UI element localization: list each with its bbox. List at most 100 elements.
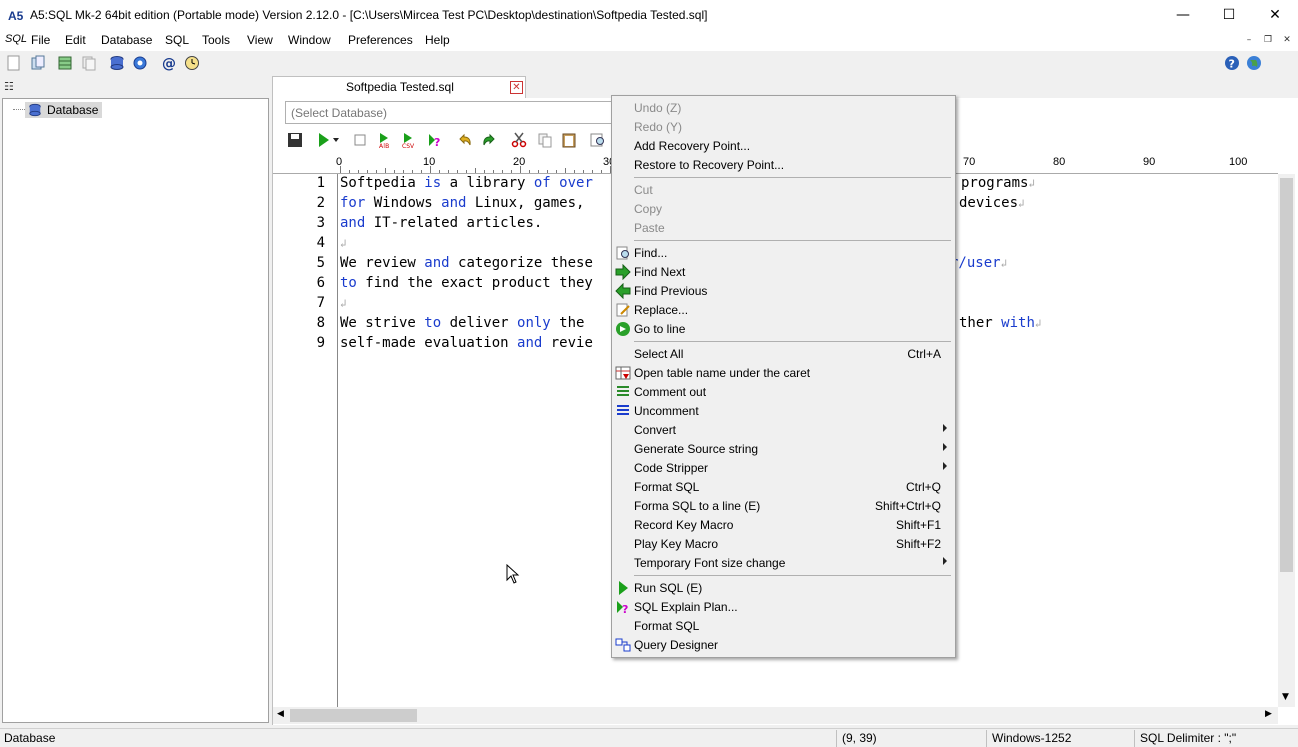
menu-view[interactable]: View [247, 33, 273, 47]
vertical-scrollbar[interactable]: ▼ [1278, 174, 1295, 707]
line-break-icon: ↲ [340, 237, 347, 250]
line-number-gutter: 1 2 3 4 5 6 7 8 9 [273, 174, 338, 707]
menu-item-label: Find Next [634, 265, 686, 279]
ruler-tick [466, 170, 467, 173]
menu-item-forma-sql-to-a-line-e[interactable]: Forma SQL to a line (E) Shift+Ctrl+Q [612, 496, 955, 515]
undo-icon[interactable] [457, 132, 473, 148]
menu-separator [634, 177, 951, 178]
menu-item-play-key-macro[interactable]: Play Key Macro Shift+F2 [612, 534, 955, 553]
menu-database[interactable]: Database [101, 33, 152, 47]
run-sql-icon[interactable] [316, 132, 332, 148]
menu-item-sql-explain-plan[interactable]: ? SQL Explain Plan... [612, 597, 955, 616]
menu-item-label: Find... [634, 246, 668, 260]
web-globe-icon[interactable] [1246, 55, 1262, 71]
menu-item-find-previous[interactable]: Find Previous [612, 281, 955, 300]
horizontal-scroll-thumb[interactable] [290, 709, 417, 722]
settings-gear-icon[interactable] [132, 55, 148, 71]
line-number: 8 [316, 315, 325, 331]
run-dropdown-chevron-icon[interactable] [332, 132, 340, 148]
cut-icon[interactable] [511, 132, 527, 148]
paste-icon[interactable] [561, 132, 577, 148]
close-window-button[interactable]: ✕ [1252, 0, 1298, 31]
tree-view-toggle-icon[interactable]: ☷ [4, 80, 18, 94]
menu-item-uncomment[interactable]: Uncomment [612, 401, 955, 420]
help-icon[interactable]: ? [1224, 55, 1240, 71]
menu-item-format-sql[interactable]: Format SQL [612, 616, 955, 635]
code-line-fragment: r/user↲ [950, 255, 1007, 271]
stop-icon[interactable] [352, 132, 368, 148]
menu-item-go-to-line[interactable]: Go to line [612, 319, 955, 338]
menu-item-cut: Cut [612, 180, 955, 199]
new-file-icon[interactable] [6, 55, 22, 71]
menu-item-comment-out[interactable]: Comment out [612, 382, 955, 401]
submenu-arrow-icon [943, 462, 947, 470]
select-database-dropdown[interactable]: (Select Database) [285, 101, 615, 124]
ruler-tick [367, 170, 368, 173]
line-break-icon: ↲ [1034, 317, 1042, 330]
email-at-icon[interactable]: @ [161, 55, 177, 71]
menu-item-query-designer[interactable]: Query Designer [612, 635, 955, 654]
menu-item-add-recovery-point[interactable]: Add Recovery Point... [612, 136, 955, 155]
ruler-tick [547, 170, 548, 173]
tab-softpedia-tested[interactable]: Softpedia Tested.sql ✕ [272, 76, 526, 98]
tree-node-database[interactable]: Database [25, 102, 103, 118]
menu-sql[interactable]: SQL [165, 33, 189, 47]
menu-item-record-key-macro[interactable]: Record Key Macro Shift+F1 [612, 515, 955, 534]
redo-icon[interactable] [481, 132, 497, 148]
line-number: 3 [316, 215, 325, 231]
menu-item-select-all[interactable]: Select All Ctrl+A [612, 344, 955, 363]
run-to-csv-icon[interactable]: CSV [401, 132, 417, 148]
open-file-icon[interactable] [30, 55, 46, 71]
menu-item-find[interactable]: Find... [612, 243, 955, 262]
spreadsheet-icon[interactable] [57, 55, 73, 71]
menu-item-convert[interactable]: Convert [612, 420, 955, 439]
menu-preferences[interactable]: Preferences [348, 33, 413, 47]
mdi-minimize-button[interactable]: – [1242, 33, 1256, 47]
svg-text:A|B: A|B [379, 143, 389, 148]
minimize-button[interactable]: — [1160, 0, 1206, 31]
scroll-down-arrow-icon[interactable]: ▼ [1282, 692, 1289, 702]
copy-document-icon[interactable] [81, 55, 97, 71]
save-icon[interactable] [287, 132, 303, 148]
mdi-restore-button[interactable]: ❐ [1261, 33, 1275, 47]
ruler-tick [376, 170, 377, 173]
editor-toolbar: A|B CSV ? [280, 128, 620, 152]
menu-item-replace[interactable]: Replace... [612, 300, 955, 319]
run-to-ab-icon[interactable]: A|B [377, 132, 393, 148]
scroll-left-arrow-icon[interactable]: ◀ [277, 709, 284, 719]
copy-icon[interactable] [537, 132, 553, 148]
vertical-scroll-thumb[interactable] [1280, 178, 1293, 572]
menu-item-restore-to-recovery-point[interactable]: Restore to Recovery Point... [612, 155, 955, 174]
menu-item-label: Temporary Font size change [634, 556, 786, 570]
menu-item-find-next[interactable]: Find Next [612, 262, 955, 281]
mdi-close-button[interactable]: ✕ [1280, 33, 1294, 47]
clock-icon[interactable] [184, 55, 200, 71]
status-bar: Database (9, 39) Windows-1252 SQL Delimi… [0, 728, 1298, 747]
svg-text:@: @ [162, 56, 176, 71]
ruler-tick [529, 170, 530, 173]
status-sql-delimiter: SQL Delimiter : ";" [1140, 731, 1237, 745]
menu-window[interactable]: Window [288, 33, 331, 47]
menu-item-code-stripper[interactable]: Code Stripper [612, 458, 955, 477]
scroll-right-arrow-icon[interactable]: ▶ [1265, 709, 1272, 719]
code-text: ther [959, 315, 1002, 331]
menu-item-generate-source-string[interactable]: Generate Source string [612, 439, 955, 458]
menu-help[interactable]: Help [425, 33, 450, 47]
menu-item-open-table-name-under-the-caret[interactable]: Open table name under the caret [612, 363, 955, 382]
menu-file[interactable]: File [31, 33, 50, 47]
find-icon[interactable] [590, 132, 606, 148]
menu-tools[interactable]: Tools [202, 33, 230, 47]
menu-item-format-sql[interactable]: Format SQL Ctrl+Q [612, 477, 955, 496]
close-tab-icon[interactable]: ✕ [510, 81, 523, 94]
ruler-label: 90 [1143, 156, 1156, 168]
menu-item-temporary-font-size-change[interactable]: Temporary Font size change [612, 553, 955, 572]
menu-item-run-sql-e[interactable]: Run SQL (E) [612, 578, 955, 597]
code-keyword: and [424, 255, 450, 271]
code-keyword: only [517, 315, 551, 331]
horizontal-scrollbar[interactable]: ◀ ▶ [273, 707, 1278, 724]
maximize-button[interactable]: ☐ [1206, 0, 1252, 31]
menu-edit[interactable]: Edit [65, 33, 86, 47]
database-icon[interactable] [109, 55, 125, 71]
explain-plan-icon[interactable]: ? [427, 132, 443, 148]
code-text: revie [542, 335, 593, 351]
